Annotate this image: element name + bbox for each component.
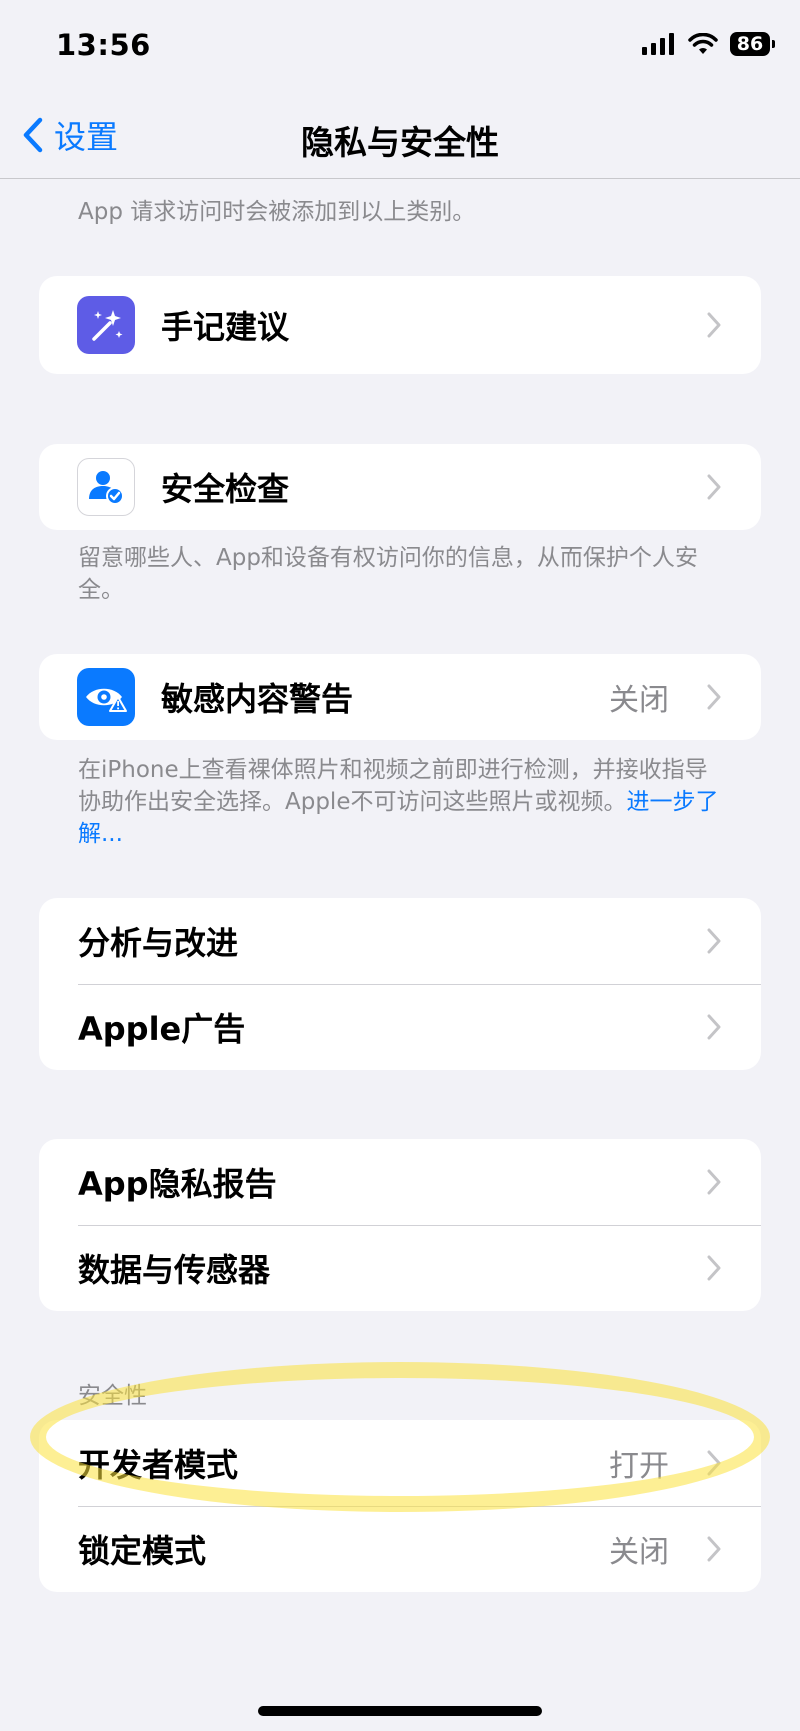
row-label: 手记建议 xyxy=(161,308,290,346)
battery-icon: 86 xyxy=(730,32,775,56)
row-value: 关闭 xyxy=(609,683,669,718)
row-app-privacy-report[interactable]: App隐私报告 xyxy=(39,1139,761,1225)
row-divider xyxy=(78,1225,761,1226)
chevron-right-icon xyxy=(707,312,721,338)
chevron-right-icon xyxy=(707,1169,721,1195)
cellular-signal-icon xyxy=(642,33,674,55)
row-lockdown-mode[interactable]: 锁定模式 关闭 xyxy=(39,1506,761,1592)
top-footnote: App 请求访问时会被添加到以上类别。 xyxy=(78,199,476,225)
chevron-right-icon xyxy=(707,1536,721,1562)
sensitive-content-card: 敏感内容警告 关闭 xyxy=(39,654,761,740)
chevron-right-icon xyxy=(707,1255,721,1281)
safety-check-person-icon xyxy=(77,458,135,516)
chevron-right-icon xyxy=(707,684,721,710)
wifi-icon xyxy=(688,33,718,54)
row-value: 关闭 xyxy=(609,1535,669,1570)
home-indicator xyxy=(258,1706,542,1716)
journaling-card: 手记建议 xyxy=(39,276,761,374)
row-label: 敏感内容警告 xyxy=(161,680,354,718)
row-data-sensors[interactable]: 数据与传感器 xyxy=(39,1225,761,1311)
row-label: 数据与传感器 xyxy=(78,1251,271,1289)
row-divider xyxy=(78,984,761,985)
journal-sparkles-icon xyxy=(77,296,135,354)
sensitive-content-footnote: 在iPhone上查看裸体照片和视频之前即进行检测，并接收指导协助作出安全选择。A… xyxy=(78,754,728,850)
row-label: 分析与改进 xyxy=(78,924,239,962)
status-icons: 86 xyxy=(642,32,775,56)
footnote-text: 在iPhone上查看裸体照片和视频之前即进行检测，并接收指导协助作出安全选择。A… xyxy=(78,757,708,815)
page-title: 隐私与安全性 xyxy=(301,123,499,162)
privacy-report-card: App隐私报告 数据与传感器 xyxy=(39,1139,761,1311)
eye-warning-icon xyxy=(77,668,135,726)
row-journaling-suggestions[interactable]: 手记建议 xyxy=(39,276,761,374)
row-label: 安全检查 xyxy=(161,470,290,508)
status-time: 13:56 xyxy=(56,28,151,62)
highlight-annotation xyxy=(30,1362,770,1512)
safety-check-footnote: 留意哪些人、App和设备有权访问你的信息，从而保护个人安全。 xyxy=(78,545,698,603)
nav-bar: 设置 隐私与安全性 xyxy=(0,96,800,179)
row-label: App隐私报告 xyxy=(78,1165,277,1203)
row-safety-check[interactable]: 安全检查 xyxy=(39,444,761,530)
row-sensitive-content-warning[interactable]: 敏感内容警告 关闭 xyxy=(39,654,761,740)
row-analytics-improvements[interactable]: 分析与改进 xyxy=(39,898,761,984)
row-apple-advertising[interactable]: Apple广告 xyxy=(39,984,761,1070)
row-label: 锁定模式 xyxy=(78,1532,207,1570)
analytics-card: 分析与改进 Apple广告 xyxy=(39,898,761,1070)
row-label: Apple广告 xyxy=(78,1010,246,1048)
chevron-right-icon xyxy=(707,928,721,954)
safety-check-card: 安全检查 xyxy=(39,444,761,530)
chevron-right-icon xyxy=(707,474,721,500)
chevron-right-icon xyxy=(707,1014,721,1040)
status-bar: 13:56 86 xyxy=(0,0,800,96)
